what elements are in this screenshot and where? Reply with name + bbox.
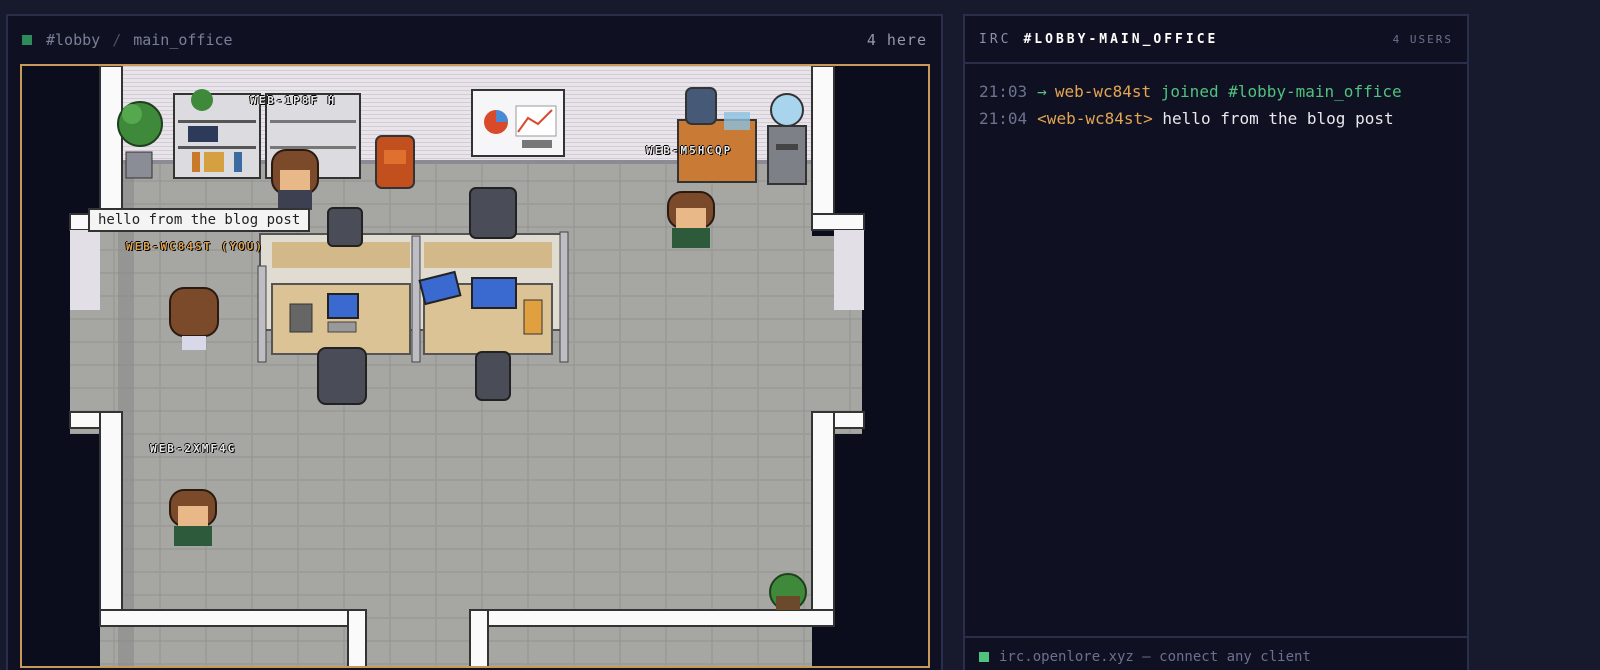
player-label: WEB-M5HCQP <box>646 144 733 157</box>
message-timestamp: 21:04 <box>979 109 1028 128</box>
connection-status-indicator <box>979 652 989 662</box>
room-name: main_office <box>133 31 233 49</box>
status-indicator <box>22 35 32 45</box>
message-text: joined #lobby-main_office <box>1160 82 1402 101</box>
player-label: WEB-2XMF4G <box>150 442 237 455</box>
game-panel: #lobby / main_office 4 here WEB-1P8F H h… <box>6 14 943 670</box>
player-avatar[interactable] <box>667 191 715 248</box>
office-room <box>69 66 865 666</box>
irc-footer: irc.openlore.xyz — connect any client <box>965 636 1467 670</box>
game-header: #lobby / main_office 4 here <box>8 16 941 64</box>
message-row: 21:03 → web-wc84st joined #lobby-main_offi… <box>979 78 1453 105</box>
player-label: WEB-1P8F H <box>250 94 337 107</box>
game-viewport[interactable]: WEB-1P8F H hello from the blog post WEB-… <box>20 64 930 668</box>
breadcrumb-separator: / <box>112 31 122 49</box>
player-avatar[interactable] <box>271 149 319 210</box>
message-nick[interactable]: web-wc84st <box>1055 82 1151 101</box>
message-text: hello from the blog post <box>1162 109 1394 128</box>
message-row: 21:04 <web-wc84st> hello from the blog po… <box>979 105 1453 132</box>
here-count: 4 here <box>866 31 927 49</box>
irc-user-count[interactable]: 4 USERS <box>1393 33 1453 46</box>
join-arrow-icon: → <box>1037 82 1047 101</box>
message-list: 21:03 → web-wc84st joined #lobby-main_offi… <box>965 64 1467 132</box>
irc-panel: IRC #LOBBY-MAIN_OFFICE 4 USERS 21:03 → web… <box>963 14 1469 670</box>
irc-channel-title: #LOBBY-MAIN_OFFICE <box>1023 31 1219 47</box>
irc-header: IRC #LOBBY-MAIN_OFFICE 4 USERS <box>965 16 1467 64</box>
speech-bubble: hello from the blog post <box>88 208 311 232</box>
channel-name[interactable]: #lobby <box>46 31 100 49</box>
irc-tag: IRC <box>979 31 1012 47</box>
server-info: irc.openlore.xyz — connect any client <box>999 649 1311 665</box>
player-label-you: WEB-WC84ST (YOU) <box>126 240 264 253</box>
message-nick[interactable]: <web-wc84st> <box>1037 109 1153 128</box>
player-avatar[interactable] <box>169 489 217 546</box>
message-timestamp: 21:03 <box>979 82 1028 101</box>
